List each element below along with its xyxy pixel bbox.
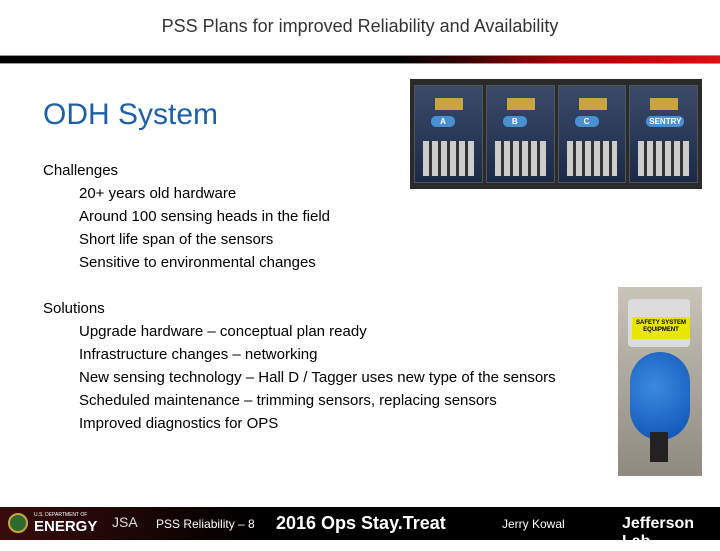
event-name: 2016 Ops Stay.Treat (276, 513, 446, 533)
panel-module: C (557, 85, 627, 183)
odh-control-panel-photo: A B C SENTRY (410, 79, 702, 189)
challenge-item: 20+ years old hardware (79, 185, 237, 202)
slide-header-title: PSS Plans for improved Reliability and A… (161, 16, 559, 36)
panel-module: SENTRY (629, 85, 698, 183)
jsa-logo: JSA (112, 514, 138, 530)
challenge-item: Short life span of the sensors (79, 231, 274, 248)
odh-sensor-photo: SAFETY SYSTEM EQUIPMENT (618, 287, 702, 476)
slide-heading: ODH System (43, 98, 219, 131)
module-label: C (574, 116, 599, 127)
solution-item: Upgrade hardware – conceptual plan ready (79, 323, 367, 340)
solution-item: Infrastructure changes – networking (79, 346, 318, 363)
solutions-section: Solutions Upgrade hardware – conceptual … (43, 297, 556, 435)
slide-footer: U.S. DEPARTMENT OF ENERGY JSA PSS Reliab… (0, 507, 720, 550)
header-divider-bar (0, 55, 720, 64)
challenge-item: Around 100 sensing heads in the field (79, 208, 331, 225)
challenges-label: Challenges (43, 162, 119, 179)
solution-item: New sensing technology – Hall D / Tagger… (79, 369, 556, 386)
author-name: Jerry Kowal (502, 517, 565, 531)
panel-module: B (485, 85, 555, 183)
module-label: B (502, 116, 527, 127)
doe-seal-icon (8, 513, 28, 533)
solutions-label: Solutions (43, 300, 105, 317)
module-label: SENTRY (646, 116, 685, 127)
solution-item: Scheduled maintenance – trimming sensors… (79, 392, 497, 409)
challenges-section: Challenges 20+ years old hardware Around… (43, 159, 330, 274)
solution-item: Improved diagnostics for OPS (79, 415, 279, 432)
slide-reference: PSS Reliability – 8 (156, 517, 255, 531)
module-label: A (431, 116, 455, 127)
doe-logo: ENERGY (34, 518, 98, 535)
challenge-item: Sensitive to environmental changes (79, 254, 316, 271)
jefferson-lab-logo: Jefferson Lab (622, 515, 695, 550)
safety-equipment-tag: SAFETY SYSTEM EQUIPMENT (632, 317, 690, 339)
panel-module: A (414, 85, 483, 183)
